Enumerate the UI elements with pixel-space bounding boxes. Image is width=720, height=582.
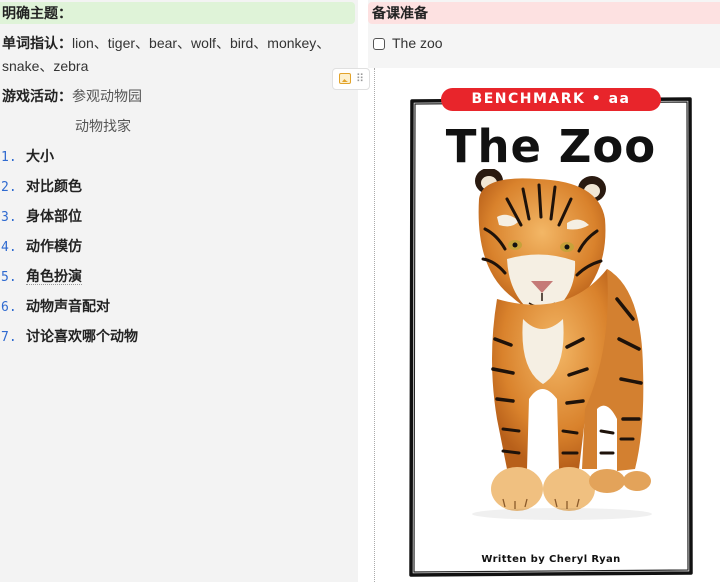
list-text: 讨论喜欢哪个动物 bbox=[26, 328, 138, 344]
list-item[interactable]: 4. 动作模仿 bbox=[0, 236, 138, 266]
list-item[interactable]: 1. 大小 bbox=[0, 146, 138, 176]
list-number: 6. bbox=[1, 300, 17, 315]
book-author: Written by Cheryl Ryan bbox=[481, 554, 621, 565]
book-title: The Zoo bbox=[445, 120, 657, 173]
list-number: 1. bbox=[1, 150, 17, 165]
list-item[interactable]: 7. 讨论喜欢哪个动物 bbox=[0, 326, 138, 356]
activity-value: 参观动物园 bbox=[72, 88, 142, 104]
image-frame-edge bbox=[374, 68, 376, 582]
benchmark-badge: BENCHMARK • aa bbox=[441, 88, 661, 111]
vocab-line: 单词指认：lion、tiger、bear、wolf、bird、monkey、sn… bbox=[2, 32, 347, 78]
activity-line: 游戏活动：参观动物园 bbox=[2, 86, 142, 106]
drag-handle-icon[interactable]: ⠿ bbox=[356, 72, 364, 86]
list-number: 2. bbox=[1, 180, 17, 195]
section-header-theme: 明确主题： bbox=[0, 2, 355, 24]
list-text: 动作模仿 bbox=[26, 238, 82, 254]
list-item[interactable]: 2. 对比颜色 bbox=[0, 176, 138, 206]
left-column: 明确主题： 单词指认：lion、tiger、bear、wolf、bird、mon… bbox=[0, 0, 358, 582]
list-text: 角色扮演 bbox=[26, 268, 82, 285]
list-number: 7. bbox=[1, 330, 17, 345]
embedded-image-frame[interactable]: BENCHMARK • aa The Zoo Written by Cheryl… bbox=[368, 68, 720, 582]
todo-item[interactable]: The zoo bbox=[373, 33, 443, 53]
tiger-illustration bbox=[472, 169, 652, 520]
image-toolbar[interactable]: ⠿ bbox=[332, 68, 370, 90]
list-text: 对比颜色 bbox=[26, 178, 82, 194]
list-item[interactable]: 3. 身体部位 bbox=[0, 206, 138, 236]
activity-list: 1. 大小 2. 对比颜色 3. 身体部位 4. 动作模仿 5. 角色扮演 6. 动物声音配… bbox=[0, 146, 138, 356]
book-cover-image: BENCHMARK • aa The Zoo Written by Cheryl… bbox=[409, 88, 693, 577]
vocab-label: 单词指认： bbox=[2, 35, 72, 51]
right-column: 备课准备 The zoo BENCHMARK • aa The Zoo Writ… bbox=[368, 0, 720, 582]
list-item[interactable]: 5. 角色扮演 bbox=[0, 266, 138, 296]
activity-label: 游戏活动： bbox=[2, 88, 72, 104]
image-icon[interactable] bbox=[339, 73, 351, 84]
section-header-prep: 备课准备 bbox=[368, 2, 720, 24]
todo-checkbox[interactable] bbox=[373, 38, 385, 50]
todo-label: The zoo bbox=[392, 35, 443, 51]
list-number: 5. bbox=[1, 270, 17, 285]
list-number: 3. bbox=[1, 210, 17, 225]
activity-sub: 动物找家 bbox=[75, 118, 131, 134]
list-number: 4. bbox=[1, 240, 17, 255]
list-text: 大小 bbox=[26, 148, 54, 164]
list-item[interactable]: 6. 动物声音配对 bbox=[0, 296, 138, 326]
list-text: 身体部位 bbox=[26, 208, 82, 224]
list-text: 动物声音配对 bbox=[26, 298, 110, 314]
